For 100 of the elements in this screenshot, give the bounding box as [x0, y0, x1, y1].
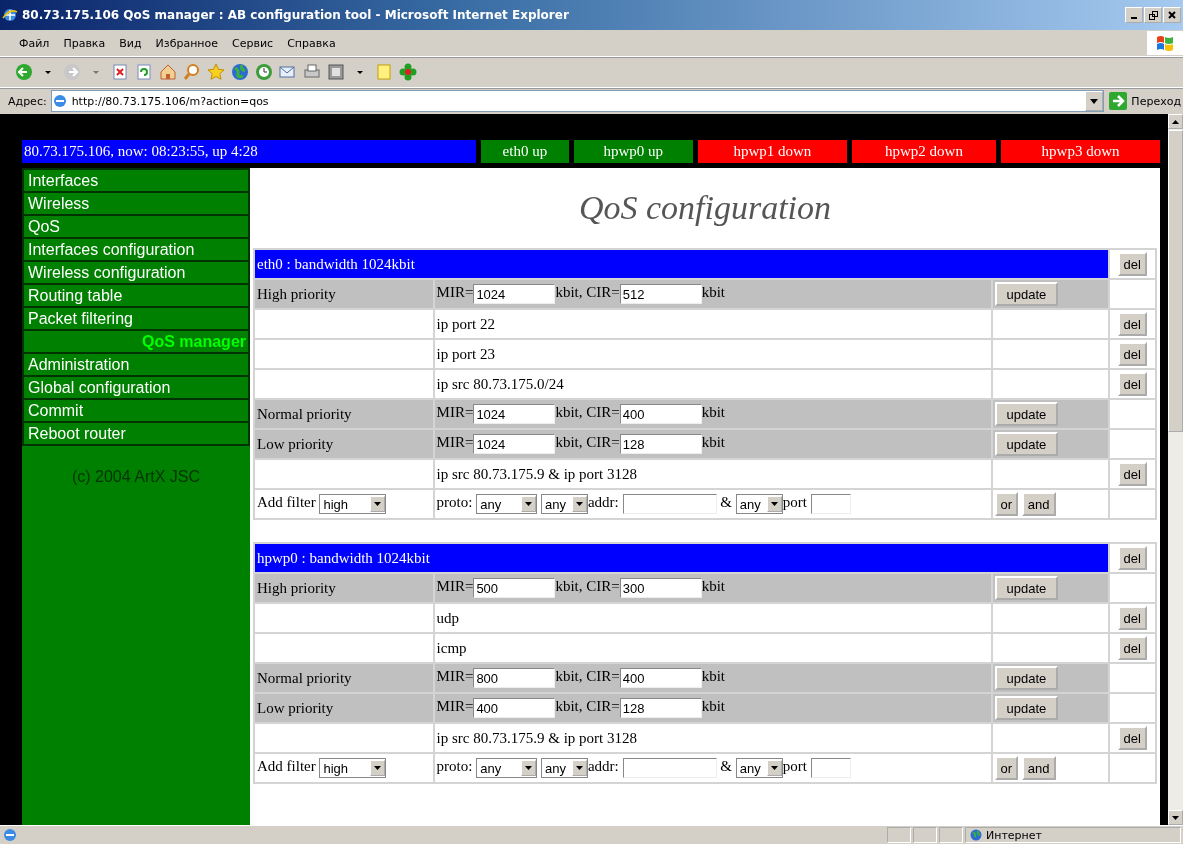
- or-button[interactable]: or: [994, 756, 1019, 780]
- sidebar-item[interactable]: Packet filtering: [22, 306, 250, 331]
- port-field[interactable]: [810, 494, 851, 514]
- address-field[interactable]: http://80.73.175.106/m?action=qos: [50, 90, 1105, 112]
- menu-item[interactable]: Справка: [280, 34, 343, 52]
- dropdown-arrow-icon: [374, 502, 382, 506]
- address-field[interactable]: [622, 758, 717, 778]
- search-icon[interactable]: [182, 62, 202, 82]
- dropdown-arrow-icon: [525, 766, 533, 770]
- cir-label: kbit, CIR=: [555, 698, 620, 715]
- globe-icon[interactable]: [230, 62, 250, 82]
- stop-icon[interactable]: [110, 62, 130, 82]
- star-icon[interactable]: [206, 62, 226, 82]
- update-button[interactable]: update: [994, 576, 1059, 600]
- cir-field[interactable]: 300: [619, 578, 702, 598]
- update-button[interactable]: update: [994, 402, 1059, 426]
- interface-status: hpwp1 down: [697, 140, 847, 163]
- mir-label: MIR=: [436, 434, 474, 451]
- dropdown-arrow-icon[interactable]: [1090, 98, 1099, 104]
- sidebar-item[interactable]: Interfaces configuration: [22, 237, 250, 262]
- and-button[interactable]: and: [1021, 756, 1056, 780]
- update-button[interactable]: update: [994, 432, 1059, 456]
- go-button[interactable]: Переход: [1108, 91, 1183, 111]
- delete-button[interactable]: del: [1117, 546, 1147, 570]
- dropdown-arrow-icon: [770, 502, 778, 506]
- priority-dropdown[interactable]: high: [319, 494, 387, 514]
- flower-icon[interactable]: [398, 62, 418, 82]
- scroll-up-icon[interactable]: [1172, 119, 1179, 124]
- delete-button[interactable]: del: [1117, 372, 1147, 396]
- port-type-dropdown[interactable]: any: [735, 758, 783, 778]
- and-button[interactable]: and: [1021, 492, 1056, 516]
- scroll-down-icon[interactable]: [1172, 815, 1179, 820]
- priority-dropdown[interactable]: high: [319, 758, 387, 778]
- dropdown-arrow-icon: [374, 766, 382, 770]
- interface-status: eth0 up: [481, 140, 569, 163]
- sidebar-item[interactable]: Interfaces: [22, 168, 250, 193]
- sidebar-item[interactable]: QoS manager: [22, 329, 250, 354]
- menu-item[interactable]: Вид: [112, 34, 149, 52]
- update-button[interactable]: update: [994, 282, 1059, 306]
- delete-button[interactable]: del: [1117, 726, 1147, 750]
- cir-field[interactable]: 128: [619, 698, 702, 718]
- update-button[interactable]: update: [994, 666, 1059, 690]
- cir-field[interactable]: 400: [619, 404, 702, 424]
- cir-field[interactable]: 128: [619, 434, 702, 454]
- restore-button[interactable]: [1144, 7, 1162, 23]
- home-icon[interactable]: [158, 62, 178, 82]
- dropdown-arrow-icon: [575, 766, 583, 770]
- menu-item[interactable]: Правка: [56, 34, 113, 52]
- delete-button[interactable]: del: [1117, 636, 1147, 660]
- scrollbar[interactable]: [1168, 114, 1183, 825]
- mir-field[interactable]: 800: [473, 668, 556, 688]
- unit-label: kbit: [701, 434, 726, 451]
- sidebar-item[interactable]: Wireless: [22, 191, 250, 216]
- sidebar-item[interactable]: Global configuration: [22, 375, 250, 400]
- port-type-dropdown[interactable]: any: [735, 494, 783, 514]
- protocol-dropdown[interactable]: any: [476, 758, 538, 778]
- mir-field[interactable]: 1024: [473, 434, 556, 454]
- address-field[interactable]: [622, 494, 717, 514]
- mir-label: MIR=: [436, 668, 474, 685]
- browser-icon: [2, 7, 18, 23]
- menu-item[interactable]: Избранное: [148, 34, 226, 52]
- history-icon[interactable]: [254, 62, 274, 82]
- mir-field[interactable]: 1024: [473, 404, 556, 424]
- delete-button[interactable]: del: [1117, 252, 1147, 276]
- priority-label: High priority: [257, 579, 336, 596]
- sidebar-item[interactable]: Routing table: [22, 283, 250, 308]
- update-button[interactable]: update: [994, 696, 1059, 720]
- edit-icon[interactable]: [326, 62, 346, 82]
- sidebar-item[interactable]: Wireless configuration: [22, 260, 250, 285]
- mir-field[interactable]: 1024: [473, 284, 556, 304]
- unit-label: kbit: [701, 698, 726, 715]
- back-icon[interactable]: [14, 62, 34, 82]
- dropdown-arrow-icon: [525, 502, 533, 506]
- delete-button[interactable]: del: [1117, 342, 1147, 366]
- cir-label: kbit, CIR=: [555, 668, 620, 685]
- mir-field[interactable]: 400: [473, 698, 556, 718]
- close-button[interactable]: [1163, 7, 1181, 23]
- delete-button[interactable]: del: [1117, 606, 1147, 630]
- port-label: port: [782, 758, 807, 775]
- sidebar-item[interactable]: Reboot router: [22, 421, 250, 446]
- cir-field[interactable]: 512: [619, 284, 702, 304]
- cir-field[interactable]: 400: [619, 668, 702, 688]
- address-type-dropdown[interactable]: any: [540, 494, 588, 514]
- minimize-button[interactable]: [1125, 7, 1143, 23]
- delete-button[interactable]: del: [1117, 462, 1147, 486]
- sidebar-item[interactable]: Commit: [22, 398, 250, 423]
- port-field[interactable]: [810, 758, 851, 778]
- protocol-dropdown[interactable]: any: [476, 494, 538, 514]
- mir-field[interactable]: 500: [473, 578, 556, 598]
- menu-item[interactable]: Сервис: [225, 34, 281, 52]
- menu-item[interactable]: Файл: [12, 34, 57, 52]
- unit-label: kbit: [701, 578, 726, 595]
- add-filter-label: Add filter: [257, 758, 316, 775]
- sidebar-item[interactable]: Administration: [22, 352, 250, 377]
- delete-button[interactable]: del: [1117, 312, 1147, 336]
- refresh-icon[interactable]: [134, 62, 154, 82]
- or-button[interactable]: or: [994, 492, 1019, 516]
- address-type-dropdown[interactable]: any: [540, 758, 588, 778]
- mir-label: MIR=: [436, 698, 474, 715]
- sidebar-item[interactable]: QoS: [22, 214, 250, 239]
